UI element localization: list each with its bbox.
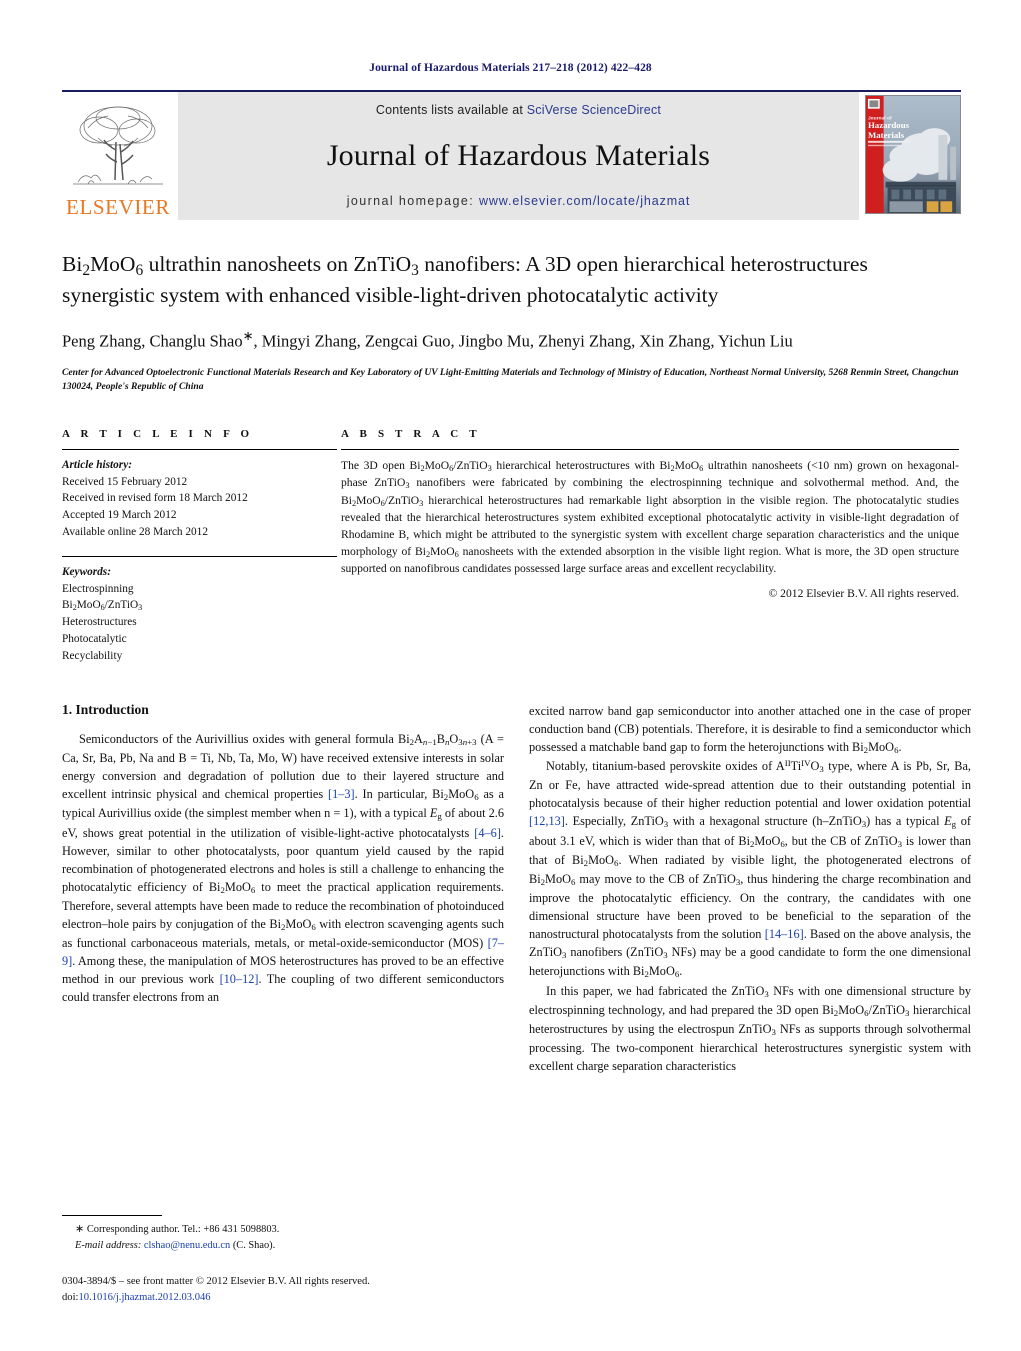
issn-line: 0304-3894/$ – see front matter © 2012 El… — [62, 1276, 370, 1287]
email-link[interactable]: clshao@nenu.edu.cn — [144, 1240, 230, 1251]
abstract-rule — [341, 449, 959, 451]
svg-text:Materials: Materials — [868, 130, 905, 140]
copyright-line: © 2012 Elsevier B.V. All rights reserved… — [768, 586, 959, 600]
paragraph: In this paper, we had fabricated the ZnT… — [529, 983, 971, 1074]
abstract-heading: A B S T R A C T — [341, 428, 481, 441]
elsevier-tree-icon — [68, 100, 168, 196]
footnote-rule — [62, 1215, 162, 1216]
doi-label: doi: — [62, 1291, 79, 1303]
abstract-column: A B S T R A C T The 3D open Bi2MoO6/ZnTi… — [337, 428, 959, 664]
keyword-item: Heterostructures — [62, 616, 137, 629]
paragraph: Semiconductors of the Aurivillius oxides… — [62, 732, 505, 1004]
abstract-text: The 3D open Bi2MoO6/ZnTiO3 hierarchical … — [341, 459, 959, 575]
issn-doi-block: 0304-3894/$ – see front matter © 2012 El… — [62, 1274, 522, 1306]
keyword-item: Electrospinning — [62, 582, 134, 595]
paragraph: excited narrow band gap semiconductor in… — [529, 704, 971, 756]
elsevier-logo: ELSEVIER — [62, 92, 174, 220]
info-abstract-section: A R T I C L E I N F O Article history: R… — [62, 428, 959, 664]
journal-homepage-line: journal homepage: www.elsevier.com/locat… — [347, 194, 691, 208]
journal-banner: Contents lists available at SciVerse Sci… — [178, 92, 859, 220]
sciencedirect-link[interactable]: SciVerse ScienceDirect — [527, 103, 661, 117]
keyword-item: Photocatalytic — [62, 632, 127, 645]
article-info-column: A R T I C L E I N F O Article history: R… — [62, 428, 337, 664]
svg-text:Hazardous: Hazardous — [868, 120, 910, 130]
contents-prefix: Contents lists available at — [375, 103, 527, 117]
body-column-left: 1. Introduction Semiconductors of the Au… — [62, 702, 504, 1075]
homepage-url-link[interactable]: www.elsevier.com/locate/jhazmat — [479, 194, 690, 208]
journal-masthead: ELSEVIER Contents lists available at Sci… — [62, 90, 961, 220]
running-head: Journal of Hazardous Materials 217–218 (… — [369, 62, 652, 74]
title-block: Bi2MoO6 ultrathin nanosheets on ZnTiO3 n… — [62, 250, 959, 394]
page-title: Bi2MoO6 ultrathin nanosheets on ZnTiO3 n… — [62, 252, 868, 307]
history-item: Received in revised form 18 March 2012 — [62, 492, 248, 505]
corresponding-author-note: ∗ Corresponding author. Tel.: +86 431 50… — [75, 1223, 280, 1235]
keyword-item: Recyclability — [62, 649, 123, 662]
keywords-block: Keywords: Electrospinning Bi2MoO6/ZnTiO3… — [62, 556, 337, 664]
keywords-rule — [62, 556, 337, 558]
contents-available-line: Contents lists available at SciVerse Sci… — [376, 103, 661, 117]
paragraph: Notably, titanium-based perovskite oxide… — [529, 758, 972, 980]
email-suffix: (C. Shao). — [230, 1239, 276, 1251]
history-item: Accepted 19 March 2012 — [62, 509, 177, 521]
affiliation: Center for Advanced Optoelectronic Funct… — [62, 367, 959, 393]
keyword-item: Bi2MoO6/ZnTiO3 — [62, 599, 143, 613]
article-history: Article history: Received 15 February 20… — [62, 457, 337, 540]
history-item: Available online 28 March 2012 — [62, 525, 208, 538]
email-label: E-mail address: — [75, 1239, 142, 1251]
doi-line: doi:10.1016/j.jhazmat.2012.03.046 — [62, 1290, 522, 1306]
author-list: Peng Zhang, Changlu Shao∗, Mingyi Zhang,… — [62, 328, 793, 351]
email-note: E-mail address: clshao@nenu.edu.cn (C. S… — [62, 1238, 504, 1253]
article-info-rule — [62, 449, 337, 451]
doi-link[interactable]: 10.1016/j.jhazmat.2012.03.046 — [78, 1292, 210, 1303]
paper-page: Journal of Hazardous Materials 217–218 (… — [0, 0, 1021, 1351]
keywords-list: Keywords: Electrospinning Bi2MoO6/ZnTiO3… — [62, 564, 337, 664]
body-columns: 1. Introduction Semiconductors of the Au… — [62, 702, 971, 1075]
elsevier-wordmark: ELSEVIER — [66, 195, 170, 219]
homepage-prefix: journal homepage: — [346, 194, 479, 208]
history-item: Received 15 February 2012 — [62, 475, 188, 488]
journal-title: Journal of Hazardous Materials — [326, 139, 711, 172]
journal-cover-thumbnail: Journal of Hazardous Materials — [865, 95, 961, 214]
article-info-heading: A R T I C L E I N F O — [62, 428, 254, 441]
article-history-label: Article history: — [62, 459, 132, 472]
footnote-block: ∗ Corresponding author. Tel.: +86 431 50… — [62, 1215, 504, 1253]
body-column-right: excited narrow band gap semiconductor in… — [529, 702, 971, 1075]
keywords-label: Keywords: — [62, 566, 111, 579]
section-title-introduction: 1. Introduction — [62, 702, 149, 718]
